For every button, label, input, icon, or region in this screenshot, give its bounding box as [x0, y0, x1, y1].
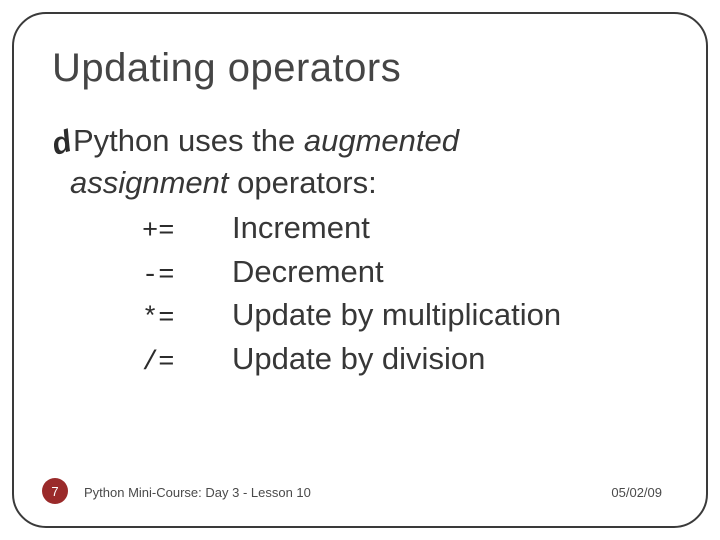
bullet-icon: d — [48, 125, 75, 160]
slide-title: Updating operators — [52, 46, 668, 91]
operators-table: += Increment -= Decrement *= Update by m… — [142, 208, 668, 380]
operator-symbol: /= — [142, 346, 232, 381]
table-row: += Increment — [142, 208, 668, 250]
lead-line2: assignment operators: — [70, 163, 668, 203]
lead-italic: augmented — [304, 123, 459, 158]
footer-date: 05/02/09 — [611, 485, 662, 500]
table-row: -= Decrement — [142, 252, 668, 294]
line2-rest: operators: — [229, 165, 377, 200]
lead-prefix: Python uses the — [73, 123, 304, 158]
operator-desc: Decrement — [232, 252, 384, 292]
operator-symbol: *= — [142, 302, 232, 337]
lead-text: Python uses the augmented — [73, 121, 459, 161]
slide-footer: 7 Python Mini-Course: Day 3 - Lesson 10 … — [14, 478, 706, 504]
slide-body: d Python uses the augmented assignment o… — [52, 121, 668, 381]
operator-symbol: -= — [142, 259, 232, 294]
page-number-badge: 7 — [42, 478, 68, 504]
operator-symbol: += — [142, 215, 232, 250]
table-row: *= Update by multiplication — [142, 295, 668, 337]
table-row: /= Update by division — [142, 339, 668, 381]
operator-desc: Update by division — [232, 339, 485, 379]
slide-frame: Updating operators d Python uses the aug… — [12, 12, 708, 528]
operator-desc: Increment — [232, 208, 370, 248]
line2-italic: assignment — [70, 165, 229, 200]
lead-line: d Python uses the augmented — [52, 121, 668, 161]
operator-desc: Update by multiplication — [232, 295, 561, 335]
footer-course: Python Mini-Course: Day 3 - Lesson 10 — [84, 485, 311, 500]
